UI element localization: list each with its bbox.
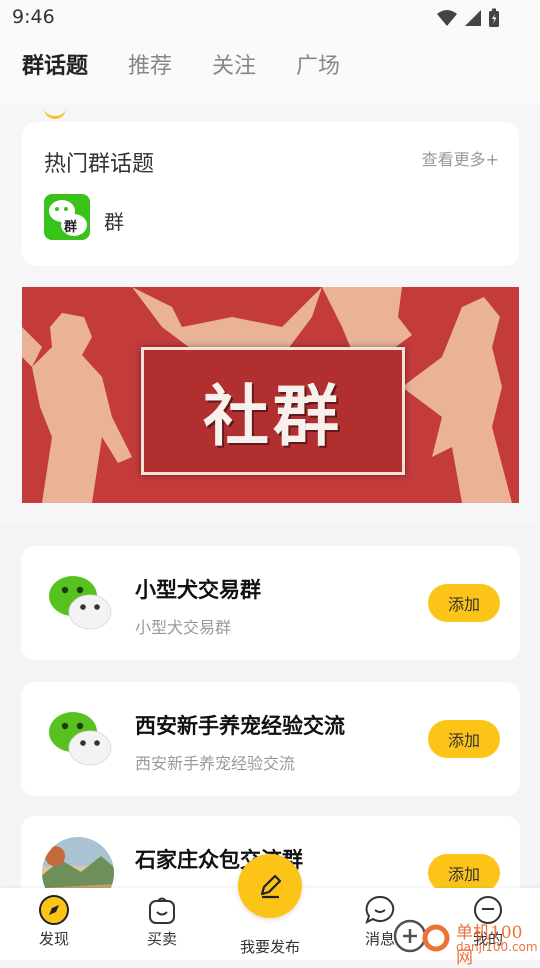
nav-discover-label: 发现 — [38, 930, 69, 948]
group-desc: 西安新手养宠经验交流 — [135, 754, 296, 773]
tab-following[interactable]: 关注 — [212, 48, 256, 80]
nav-buy-sell-label: 买卖 — [146, 930, 177, 948]
bag-icon — [149, 897, 175, 924]
tab-plaza[interactable]: 广场 — [296, 48, 340, 80]
group-card[interactable]: 小型犬交易群 小型犬交易群 添加 — [21, 546, 520, 660]
wechat-icon — [49, 576, 112, 630]
group-name: 西安新手养宠经验交流 — [135, 714, 345, 738]
hot-topics-card: 热门群话题 查看更多+ 群 群 — [22, 122, 519, 266]
nav-buy-sell[interactable]: 买卖 — [122, 894, 202, 949]
watermark-subtext: danji100.com — [456, 940, 538, 954]
battery-icon — [489, 8, 499, 27]
site-watermark: 单机100网 danji100.com — [392, 912, 538, 968]
group-badge-text: 群 — [64, 220, 78, 235]
wechat-icon — [49, 712, 112, 766]
hot-topic-label[interactable]: 群 — [104, 206, 124, 235]
banner-text: 社群 — [203, 378, 343, 455]
hot-topics-title: 热门群话题 — [44, 152, 155, 177]
wifi-icon — [437, 10, 457, 26]
tab-group-topics[interactable]: 群话题 — [22, 48, 88, 80]
wechat-group-icon[interactable]: 群 — [44, 194, 90, 240]
compass-icon — [39, 895, 69, 925]
banner-text-box: 社群 — [141, 347, 405, 475]
status-time: 9:46 — [12, 6, 55, 28]
active-tab-indicator — [44, 106, 66, 119]
nav-publish-label: 我要发布 — [239, 938, 300, 956]
view-more-link[interactable]: 查看更多+ — [422, 146, 499, 170]
community-banner[interactable]: 社群 — [22, 287, 519, 503]
top-tabs: 群话题 推荐 关注 广场 — [0, 36, 540, 119]
status-bar: 9:46 — [0, 0, 540, 36]
signal-icon — [465, 10, 481, 26]
add-group-button[interactable]: 添加 — [428, 584, 500, 622]
group-card[interactable]: 西安新手养宠经验交流 西安新手养宠经验交流 添加 — [21, 682, 520, 796]
group-name: 小型犬交易群 — [135, 578, 261, 602]
add-group-button[interactable]: 添加 — [428, 720, 500, 758]
add-group-button[interactable]: 添加 — [428, 854, 500, 892]
tab-recommend[interactable]: 推荐 — [128, 48, 172, 80]
publish-button[interactable] — [238, 854, 302, 918]
pen-icon — [260, 874, 282, 899]
status-icons — [436, 8, 500, 28]
watermark-logo-icon — [393, 919, 450, 953]
group-desc: 小型犬交易群 — [135, 618, 232, 637]
nav-discover[interactable]: 发现 — [14, 894, 94, 949]
